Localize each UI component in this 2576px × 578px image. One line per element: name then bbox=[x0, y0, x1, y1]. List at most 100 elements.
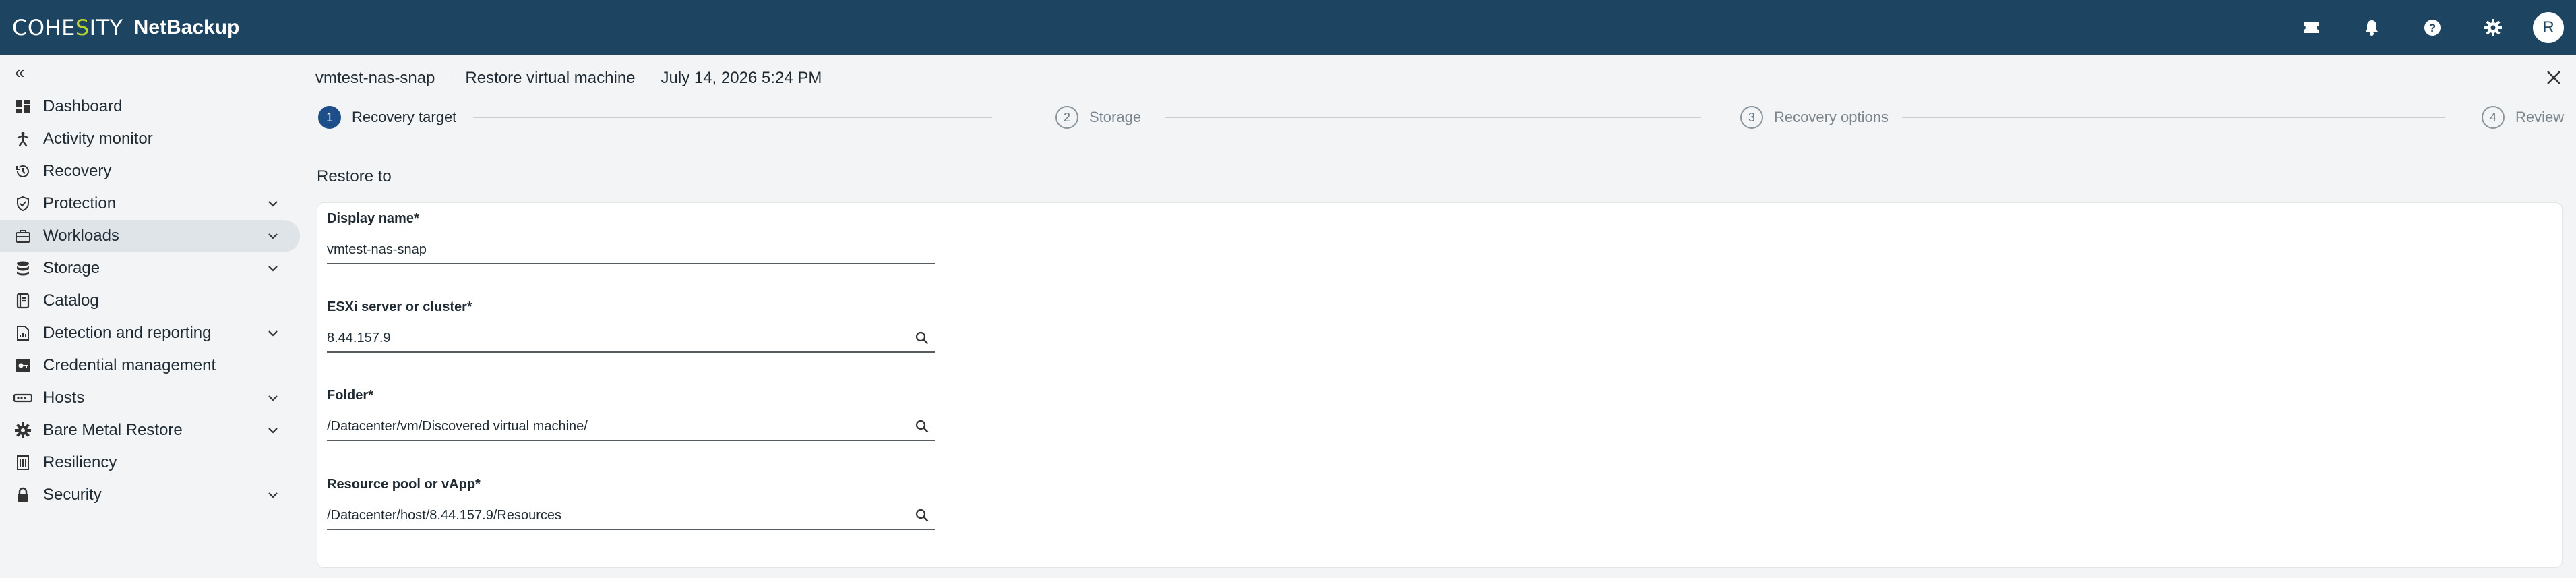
esxi-server-field: ESXi server or cluster* bbox=[327, 299, 935, 353]
sidebar-item-resiliency[interactable]: Resiliency bbox=[0, 446, 300, 479]
folder-input[interactable] bbox=[327, 418, 907, 434]
sidebar-item-label: Dashboard bbox=[43, 97, 123, 115]
sidebar-item-label: Workloads bbox=[43, 227, 119, 245]
sidebar-item-security[interactable]: Security bbox=[0, 479, 300, 511]
chevron-down-icon[interactable] bbox=[265, 196, 281, 212]
server-icon bbox=[13, 388, 32, 407]
sidebar-item-label: Activity monitor bbox=[43, 129, 153, 148]
chevron-down-icon[interactable] bbox=[265, 390, 281, 406]
field-label: Folder* bbox=[327, 388, 373, 403]
field-label: Display name* bbox=[327, 211, 419, 226]
step-label: Recovery options bbox=[1774, 109, 1889, 125]
sidebar-nav: Dashboard Activity monitor Recovery Prot… bbox=[0, 90, 300, 511]
lock-icon bbox=[13, 486, 32, 504]
step-number: 2 bbox=[1055, 106, 1078, 129]
resource-pool-input[interactable] bbox=[327, 507, 907, 523]
sidebar-item-credential-management[interactable]: Credential management bbox=[0, 349, 300, 382]
step-storage[interactable]: 2 Storage bbox=[1055, 104, 1141, 131]
field-input-wrap bbox=[327, 502, 935, 530]
report-icon bbox=[13, 324, 32, 343]
sidebar-item-label: Storage bbox=[43, 259, 100, 277]
search-icon[interactable] bbox=[915, 508, 929, 523]
chevron-down-icon[interactable] bbox=[265, 228, 281, 244]
help-icon[interactable]: ? bbox=[2402, 0, 2463, 55]
avatar[interactable]: R bbox=[2533, 12, 2564, 43]
bell-icon[interactable] bbox=[2341, 0, 2402, 55]
sidebar-item-hosts[interactable]: Hosts bbox=[0, 382, 300, 414]
resource-pool-field: Resource pool or vApp* bbox=[327, 477, 935, 530]
restore-form-card: Display name* ESXi server or cluster* Fo… bbox=[317, 202, 2563, 568]
display-name-field: Display name* bbox=[327, 211, 935, 264]
top-toolbar: ? R bbox=[2281, 0, 2576, 55]
esxi-server-input[interactable] bbox=[327, 330, 907, 346]
key-icon bbox=[13, 356, 32, 375]
step-label: Storage bbox=[1089, 109, 1142, 125]
page-date: July 14, 2026 5:24 PM bbox=[661, 69, 822, 87]
search-icon[interactable] bbox=[915, 419, 929, 434]
field-input-wrap bbox=[327, 324, 935, 353]
briefcase-icon bbox=[13, 227, 32, 245]
step-connector bbox=[1165, 117, 1701, 118]
chevron-down-icon[interactable] bbox=[265, 325, 281, 341]
product-name: NetBackup bbox=[133, 16, 240, 38]
sidebar-item-label: Catalog bbox=[43, 291, 99, 310]
step-number: 1 bbox=[318, 106, 341, 129]
gear-icon[interactable] bbox=[2463, 0, 2523, 55]
collapse-sidebar-icon[interactable]: « bbox=[15, 62, 24, 83]
history-icon bbox=[13, 162, 32, 181]
sidebar-item-workloads[interactable]: Workloads bbox=[0, 220, 300, 252]
display-name-input[interactable] bbox=[327, 241, 907, 258]
sidebar-item-catalog[interactable]: Catalog bbox=[0, 285, 300, 317]
book-icon bbox=[13, 291, 32, 310]
section-title: Restore to bbox=[317, 167, 392, 185]
asset-name: vmtest-nas-snap bbox=[315, 69, 435, 87]
sidebar-item-label: Bare Metal Restore bbox=[43, 421, 183, 439]
folder-field: Folder* bbox=[327, 388, 935, 441]
sidebar-item-label: Recovery bbox=[43, 162, 112, 180]
dashboard-icon bbox=[13, 97, 32, 116]
svg-text:?: ? bbox=[2429, 22, 2436, 34]
wizard-stepper: 1 Recovery target 2 Storage 3 Recovery o… bbox=[318, 104, 2564, 131]
brand[interactable]: COHESITY NetBackup bbox=[12, 0, 239, 55]
close-icon[interactable] bbox=[2544, 67, 2564, 88]
step-label: Recovery target bbox=[352, 109, 457, 125]
sidebar-item-dashboard[interactable]: Dashboard bbox=[0, 90, 300, 123]
step-recovery-target[interactable]: 1 Recovery target bbox=[318, 104, 456, 131]
cohesity-logo: COHESITY bbox=[12, 15, 123, 40]
database-icon bbox=[13, 259, 32, 278]
activity-icon bbox=[13, 129, 32, 148]
search-icon[interactable] bbox=[915, 330, 929, 345]
main-content: vmtest-nas-snap Restore virtual machine … bbox=[310, 55, 2576, 578]
chevron-down-icon[interactable] bbox=[265, 422, 281, 438]
sidebar-item-activity-monitor[interactable]: Activity monitor bbox=[0, 123, 300, 155]
field-label: Resource pool or vApp* bbox=[327, 477, 481, 492]
field-input-wrap bbox=[327, 413, 935, 441]
chevron-down-icon[interactable] bbox=[265, 487, 281, 503]
sidebar-item-protection[interactable]: Protection bbox=[0, 187, 300, 220]
sidebar-item-label: Hosts bbox=[43, 388, 85, 407]
sidebar-item-bare-metal-restore[interactable]: Bare Metal Restore bbox=[0, 414, 300, 446]
field-input-wrap bbox=[327, 236, 935, 264]
building-icon bbox=[13, 453, 32, 472]
page-header: vmtest-nas-snap Restore virtual machine … bbox=[315, 65, 822, 92]
sidebar-item-label: Credential management bbox=[43, 356, 216, 374]
sidebar-item-label: Detection and reporting bbox=[43, 324, 212, 342]
field-label: ESXi server or cluster* bbox=[327, 299, 472, 314]
sidebar-item-storage[interactable]: Storage bbox=[0, 252, 300, 285]
sidebar-item-detection-and-reporting[interactable]: Detection and reporting bbox=[0, 317, 300, 349]
step-label: Review bbox=[2515, 109, 2565, 125]
page-title: Restore virtual machine bbox=[465, 69, 636, 87]
sidebar-item-recovery[interactable]: Recovery bbox=[0, 155, 300, 187]
sidebar-item-label: Resiliency bbox=[43, 453, 117, 471]
step-connector bbox=[473, 117, 992, 118]
shield-icon bbox=[13, 194, 32, 213]
step-recovery-options[interactable]: 3 Recovery options bbox=[1740, 104, 1889, 131]
step-number: 3 bbox=[1740, 106, 1763, 129]
ticket-icon[interactable] bbox=[2281, 0, 2341, 55]
step-review[interactable]: 4 Review bbox=[2482, 104, 2564, 131]
chevron-down-icon[interactable] bbox=[265, 260, 281, 277]
gear-cluster-icon bbox=[13, 421, 32, 440]
sidebar: « Dashboard Activity monitor Recovery Pr… bbox=[0, 55, 300, 578]
sidebar-item-label: Security bbox=[43, 486, 102, 504]
step-connector bbox=[1902, 117, 2445, 118]
